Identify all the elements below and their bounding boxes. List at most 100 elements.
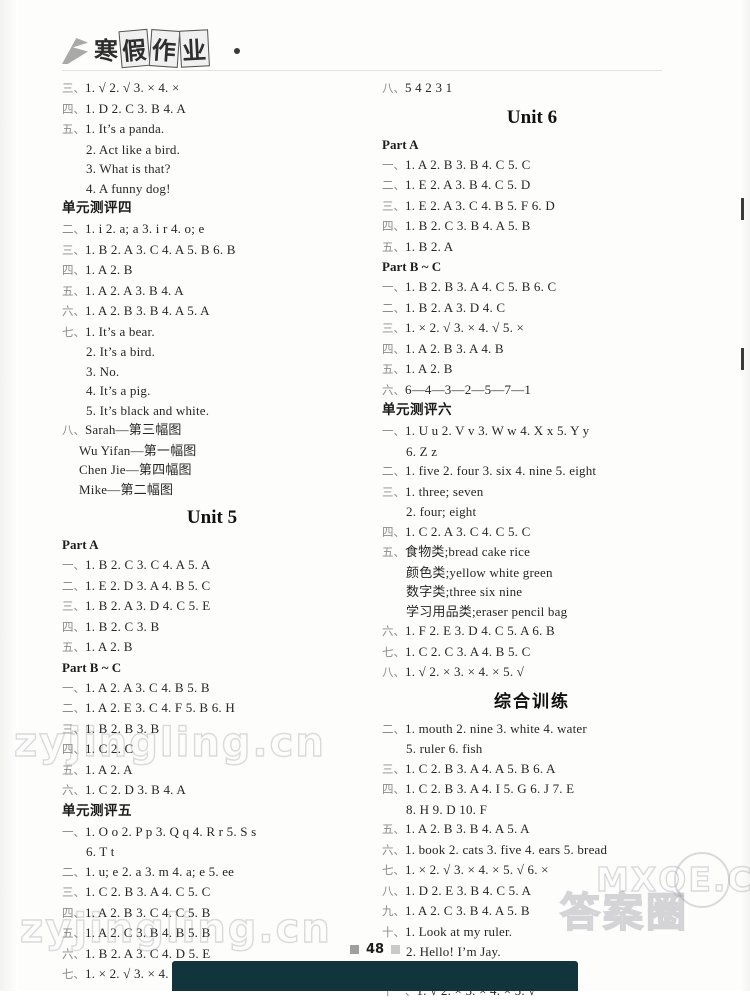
answer-line: 一、 1. A 2. B 3. B 4. C 5. C — [382, 155, 682, 176]
answer-text: Chen Jie—第四幅图 — [79, 462, 192, 477]
answer-marker: 一、 — [382, 157, 405, 172]
answer-marker: 四、 — [62, 263, 85, 277]
answer-line: 三、 1. three; seven — [382, 482, 682, 503]
answer-text: 1. three; seven — [405, 483, 484, 499]
answer-line: 3. No. — [62, 362, 362, 382]
answer-marker: 二、 — [62, 864, 85, 879]
answer-text: 1. five 2. four 3. six 4. nine 5. eight — [405, 463, 597, 478]
answer-marker: 三、 — [382, 761, 405, 776]
answer-line: 八、 Sarah—第三幅图 — [62, 420, 362, 441]
answer-line: 4. A funny dog! — [62, 179, 362, 199]
answer-marker: 六、 — [62, 304, 85, 318]
answer-line: 数字类;three six nine — [382, 582, 682, 602]
answer-line: 颜色类;yellow white green — [382, 563, 682, 583]
answer-line: 五、 1. A 2. C 3. B 4. B 5. B — [62, 923, 362, 944]
answer-line: 5. It’s black and white. — [62, 401, 362, 421]
answer-marker: 二、 — [382, 300, 405, 315]
answer-text: 1. × 2. √ 3. × 4. √ 5. × — [405, 320, 525, 335]
answer-marker: 四、 — [62, 101, 85, 116]
swoosh-logo-icon — [62, 38, 88, 64]
answer-text: 1. A 2. B — [85, 262, 133, 277]
masthead-char-1: 寒 — [94, 37, 119, 65]
masthead-rule — [62, 70, 662, 71]
answer-line: 三、 1. × 2. √ 3. × 4. √ 5. × — [382, 318, 682, 339]
unit-heading: Unit 5 — [186, 507, 238, 528]
answer-marker: 三、 — [382, 198, 405, 213]
answer-marker: 九、 — [382, 904, 405, 918]
unit-test-heading: 单元测评四 — [62, 200, 132, 216]
answer-line: Chen Jie—第四幅图 — [62, 460, 362, 480]
answer-marker: 一、 — [62, 558, 85, 572]
answer-text: 1. u; e 2. a 3. m 4. a; e 5. ee — [85, 863, 235, 879]
answer-text: 1. C 2. C — [85, 741, 134, 756]
answer-line: 八、 1. √ 2. × 3. × 4. × 5. √ — [382, 662, 682, 683]
answer-text: 4. It’s a pig. — [86, 383, 151, 398]
answer-marker: 四、 — [382, 782, 405, 796]
answer-marker: 五、 — [62, 640, 85, 654]
answer-line: 6. Z z — [382, 442, 682, 462]
answer-marker: 二、 — [382, 464, 405, 478]
answer-text: 1. √ 2. × 3. × 4. × 5. √ — [405, 664, 525, 679]
answer-marker: 六、 — [62, 783, 85, 797]
answer-text: 1. A 2. A 3. C 4. B 5. B — [85, 679, 210, 695]
answer-text: 食物类;bread cake rice — [405, 544, 531, 559]
answer-marker: 六、 — [382, 382, 405, 397]
answer-text: 1. E 2. A 3. C 4. B 5. F 6. D — [405, 197, 555, 213]
answer-marker: 三、 — [62, 721, 85, 736]
part-heading: Part B ~ C — [382, 259, 442, 274]
answer-marker: 三、 — [62, 599, 85, 613]
answer-text: 1. A 2. B — [85, 639, 133, 654]
masthead-dot-icon — [234, 48, 240, 54]
answer-text: 1. D 2. C 3. B 4. A — [85, 100, 186, 116]
answer-text: 1. U u 2. V v 3. W w 4. X x 5. Y y — [405, 423, 590, 438]
answer-line: 六、 1. A 2. B 3. B 4. A 5. A — [62, 301, 362, 322]
answer-line: 二、 1. five 2. four 3. six 4. nine 5. eigh… — [382, 461, 682, 482]
answer-text: 2. Act like a bird. — [86, 141, 181, 157]
answer-marker: 四、 — [382, 341, 405, 356]
answer-marker: 二、 — [62, 578, 85, 593]
answer-text: 1. O o 2. P p 3. Q q 4. R r 5. S s — [85, 823, 257, 839]
answer-line: 四、 1. D 2. C 3. B 4. A — [62, 99, 362, 120]
answer-marker: 六、 — [382, 624, 405, 638]
answer-line: 四、 1. A 2. B 3. A 4. B — [382, 339, 682, 360]
answer-text: 5. ruler 6. fish — [406, 741, 483, 756]
answer-text: 颜色类;yellow white green — [406, 564, 553, 580]
part-heading: Part A — [62, 537, 99, 552]
answer-marker: 二、 — [382, 178, 405, 192]
answer-marker: 二、 — [62, 701, 85, 715]
answer-marker: 八、 — [62, 423, 85, 437]
answer-marker: 一、 — [382, 424, 405, 438]
answer-marker: 八、 — [382, 81, 405, 95]
answer-line: 四、 1. C 2. B 3. A 4. I 5. G 6. J 7. E — [382, 779, 682, 800]
page-number-square-left — [349, 945, 359, 954]
answer-text: 学习用品类;eraser pencil bag — [406, 603, 568, 619]
answer-line: 五、 1. A 2. A 3. B 4. A — [62, 281, 362, 302]
masthead-char-2: 假 — [118, 28, 151, 69]
answer-text: 3. What is that? — [86, 161, 171, 176]
answer-text: 1. B 2. A 3. D 4. C — [405, 299, 506, 315]
answer-line: 三、 1. B 2. A 3. D 4. C 5. E — [62, 596, 362, 617]
answer-text: 1. A 2. C 3. B 4. A 5. B — [405, 903, 530, 918]
masthead-char-3: 作 — [148, 29, 181, 68]
masthead: 寒假作业 — [62, 26, 302, 69]
answer-column-right: 八、 5 4 2 3 1 Unit 6 Part A 一、 1. A 2. B 3. B … — [382, 78, 682, 1002]
answer-text: 1. √ 2. √ 3. × 4. × — [85, 80, 180, 95]
answer-line: 五、 1. A 2. B 3. B 4. A 5. A — [382, 819, 682, 840]
answer-line: 八、 5 4 2 3 1 — [382, 78, 682, 99]
answer-marker: 四、 — [62, 905, 85, 920]
seal-circle-icon — [674, 852, 730, 908]
page-number-square-right — [391, 945, 401, 954]
answer-text: 1. C 2. C 3. A 4. B 5. C — [405, 643, 531, 659]
answer-marker: 八、 — [382, 883, 405, 898]
answer-line: 2. Act like a bird. — [62, 140, 362, 160]
answer-line: 七、 1. × 2. √ 3. × 4. × 5. √ 6. × — [382, 860, 682, 881]
masthead-char-4: 业 — [179, 29, 210, 68]
answer-line: 二、 1. mouth 2. nine 3. white 4. water — [382, 719, 682, 740]
answer-line: 三、 1. C 2. B 3. A 4. A 5. B 6. A — [382, 759, 682, 780]
answer-line: 6. T t — [62, 842, 362, 862]
page-scan: 寒假作业 三、 1. √ 2. √ 3. × 4. × 四、 1. D 2. C 3.… — [0, 0, 750, 998]
answer-marker: 四、 — [382, 219, 405, 233]
answer-marker: 七、 — [382, 863, 405, 877]
answer-text: 1. B 2. C 3. B 4. A 5. B — [405, 218, 531, 233]
answer-line: 四、 1. A 2. B — [62, 260, 362, 281]
